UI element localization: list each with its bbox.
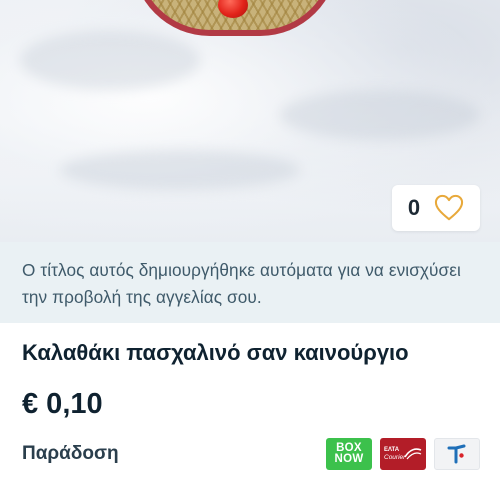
listing-title: Καλαθάκι πασχαλινό σαν καινούργιο [22,340,409,365]
elta-line2: Courier [384,454,406,461]
elta-line1: ΕΛΤΑ [384,447,400,453]
photo-fold [60,150,300,190]
elta-courier-logo: ΕΛΤΑ Courier [380,438,426,470]
t-logo-icon [447,444,466,464]
courier-options: BOX NOW ΕΛΤΑ Courier [326,438,480,470]
elta-swoosh-icon [404,448,422,460]
listing-photo[interactable]: 0 [0,0,500,242]
photo-fold [20,30,200,90]
auto-title-notice: Ο τίτλος αυτός δημιουργήθηκε αυτόματα γι… [0,242,500,323]
heart-outline-icon [435,194,464,221]
boxnow-logo: BOX NOW [326,438,372,470]
notice-text: Ο τίτλος αυτός δημιουργήθηκε αυτόματα γι… [22,260,461,307]
like-count: 0 [407,195,421,220]
listing-price: € 0,10 [22,388,103,420]
photo-fold [280,90,480,140]
t-courier-logo [434,438,480,470]
listing-page: 0 Ο τίτλος αυτός δημιουργήθηκε αυτόματα … [0,0,500,500]
delivery-label: Παράδοση [22,443,119,464]
boxnow-line2: NOW [334,453,364,465]
like-button[interactable]: 0 [392,185,480,231]
